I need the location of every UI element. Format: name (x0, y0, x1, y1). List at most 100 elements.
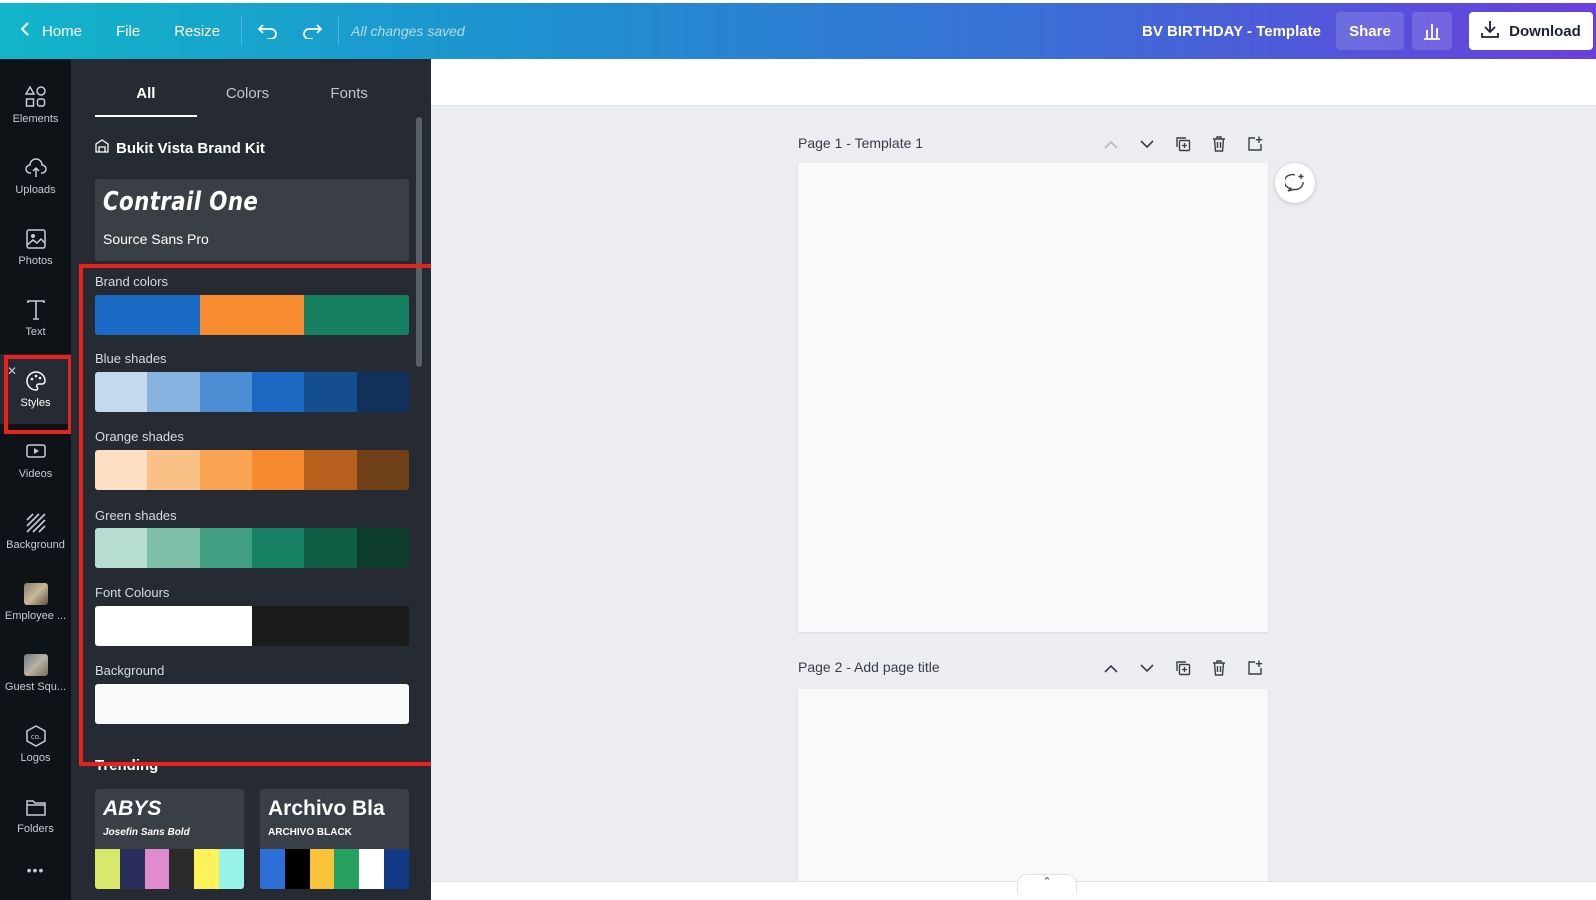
kit-color-swatch (359, 849, 385, 889)
document-title[interactable]: BV BIRTHDAY - Template (1142, 23, 1321, 40)
color-swatch[interactable] (304, 295, 409, 335)
rail-item-text[interactable]: Text (0, 283, 71, 353)
upload-cloud-icon (24, 157, 47, 179)
rail-item-employee-folder[interactable]: Employee ... (0, 567, 71, 637)
delete-page-icon[interactable] (1208, 133, 1230, 155)
color-swatch[interactable] (356, 528, 409, 568)
trending-heading: Trending (95, 757, 159, 774)
rail-item-logos[interactable]: co. Logos (0, 709, 71, 779)
canvas-area: Page 1 - Template 1 Page 2 - Add page ti… (431, 59, 1596, 900)
rail-item-guest-folder[interactable]: Guest Squ... (0, 638, 71, 708)
color-swatch[interactable] (95, 372, 148, 412)
add-comment-icon[interactable] (1275, 163, 1315, 203)
kit-color-swatch (284, 849, 310, 889)
add-page-icon[interactable] (1244, 657, 1266, 679)
duplicate-page-icon[interactable] (1172, 657, 1194, 679)
color-swatch[interactable] (147, 528, 200, 568)
kit-heading: ABYS (103, 797, 162, 820)
close-icon[interactable]: ✕ (7, 364, 17, 378)
move-down-icon[interactable] (1136, 133, 1158, 155)
panel-scrollbar[interactable] (416, 117, 422, 367)
page-title[interactable]: Template 1 (855, 135, 923, 151)
kit-colors (260, 849, 409, 889)
tab-colors[interactable]: Colors (197, 81, 299, 117)
rail-label: Guest Squ... (4, 680, 67, 693)
redo-icon[interactable] (290, 3, 334, 59)
home-button[interactable]: Home (0, 3, 99, 59)
color-swatch[interactable] (95, 684, 409, 724)
employee-folder-thumbnail (23, 582, 48, 605)
save-status: All changes saved (351, 23, 465, 39)
palette-label: Background (95, 663, 165, 678)
color-swatch[interactable] (251, 528, 305, 568)
svg-text:co.: co. (30, 733, 40, 741)
kit-color-swatch (144, 849, 170, 889)
rail-more-button[interactable]: ••• (0, 855, 71, 885)
resize-button[interactable]: Resize (157, 3, 237, 59)
kit-color-swatch (119, 849, 145, 889)
color-swatch[interactable] (95, 450, 148, 490)
logo-icon: co. (25, 724, 47, 747)
rail-label: Background (6, 538, 65, 551)
panel-tabs: All Colors Fonts (95, 81, 400, 117)
brand-kit-header[interactable]: Bukit Vista Brand Kit (95, 139, 265, 157)
color-swatch[interactable] (251, 372, 305, 412)
photo-icon (25, 228, 47, 250)
rail-item-videos[interactable]: Videos (0, 425, 71, 495)
move-up-icon[interactable] (1100, 657, 1122, 679)
page-title[interactable]: Add page title (854, 659, 940, 675)
brand-font-card[interactable]: Contrail One Source Sans Pro (95, 179, 409, 261)
color-swatch[interactable] (199, 450, 252, 490)
brand-kit-name: Bukit Vista Brand Kit (116, 139, 265, 157)
add-page-icon[interactable] (1244, 133, 1266, 155)
tab-fonts[interactable]: Fonts (298, 81, 400, 117)
share-button[interactable]: Share (1336, 12, 1404, 50)
undo-icon[interactable] (246, 3, 290, 59)
color-swatch[interactable] (356, 450, 409, 490)
color-swatch[interactable] (251, 450, 305, 490)
tab-all[interactable]: All (95, 81, 197, 117)
rail-label: Text (25, 325, 46, 338)
move-up-icon[interactable] (1100, 133, 1122, 155)
download-button[interactable]: Download (1469, 12, 1593, 50)
file-menu[interactable]: File (99, 3, 157, 59)
color-swatch[interactable] (147, 450, 200, 490)
palette-orange-shades (95, 450, 409, 490)
color-swatch[interactable] (147, 372, 200, 412)
color-swatch[interactable] (95, 606, 252, 646)
chevron-up-icon[interactable]: ⌃ (1017, 874, 1077, 894)
rail-label: Employee ... (4, 609, 67, 622)
color-swatch[interactable] (199, 528, 252, 568)
palette-label: Brand colors (95, 274, 168, 289)
kit-subheading: Josefin Sans Bold (103, 827, 190, 838)
color-swatch[interactable] (304, 528, 357, 568)
rail-item-folders[interactable]: Folders (0, 780, 71, 850)
insights-icon[interactable] (1412, 12, 1452, 50)
move-down-icon[interactable] (1136, 657, 1158, 679)
color-swatch[interactable] (304, 450, 357, 490)
rail-item-uploads[interactable]: Uploads (0, 141, 71, 211)
page-number: Page 2 - (798, 659, 855, 675)
color-swatch[interactable] (304, 372, 357, 412)
page-2-canvas[interactable] (798, 689, 1268, 881)
delete-page-icon[interactable] (1208, 657, 1230, 679)
rail-item-photos[interactable]: Photos (0, 212, 71, 282)
rail-label: Photos (18, 254, 53, 267)
rail-label: Folders (17, 822, 54, 835)
color-swatch[interactable] (199, 372, 252, 412)
page-2-label: Page 2 - Add page title (798, 659, 940, 675)
color-swatch[interactable] (252, 606, 409, 646)
rail-item-background[interactable]: Background (0, 496, 71, 566)
color-swatch[interactable] (95, 295, 200, 335)
rail-label: Uploads (15, 183, 56, 196)
color-swatch[interactable] (95, 528, 148, 568)
page-1-canvas[interactable] (798, 163, 1268, 632)
bottom-bar: ⌃ (431, 874, 1596, 900)
duplicate-page-icon[interactable] (1172, 133, 1194, 155)
rail-item-elements[interactable]: Elements (0, 70, 71, 140)
left-rail: Elements Uploads Photos Text Styles Vide… (0, 59, 71, 900)
color-swatch[interactable] (199, 295, 305, 335)
style-kit-card[interactable]: Archivo Bla ARCHIVO BLACK (260, 789, 409, 889)
style-kit-card[interactable]: ABYS Josefin Sans Bold (95, 789, 244, 889)
color-swatch[interactable] (356, 372, 409, 412)
